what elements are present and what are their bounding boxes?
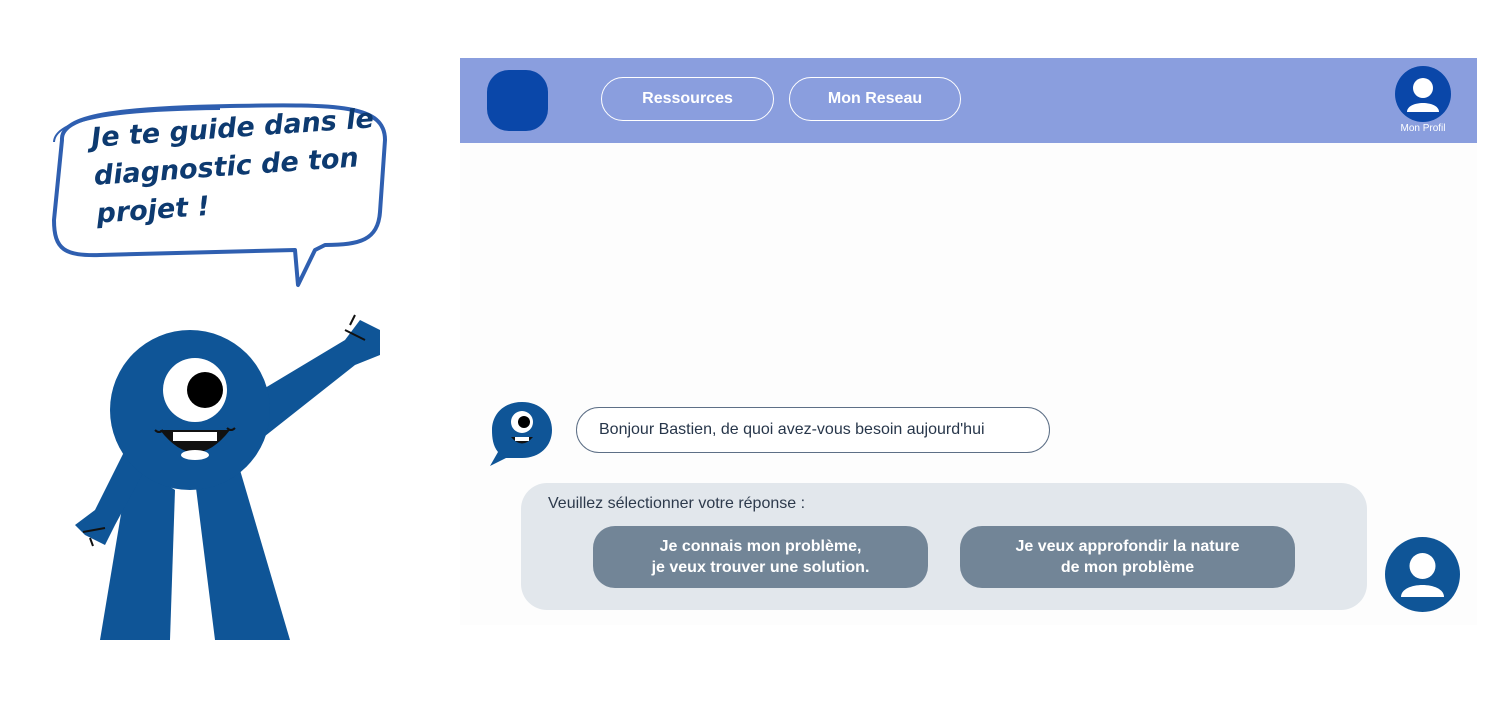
choice-button-approfondir[interactable]: Je veux approfondir la nature de mon pro… — [960, 526, 1295, 588]
waving-mascot-icon — [75, 314, 380, 640]
profile-label: Mon Profil — [1400, 123, 1446, 134]
choice-line: je veux trouver une solution. — [651, 559, 870, 576]
choice-line: Je veux approfondir la nature — [1015, 538, 1240, 555]
top-bar: Ressources Mon Reseau Mon Profil — [460, 58, 1477, 143]
reply-panel: Veuillez sélectionner votre réponse : Je… — [521, 483, 1367, 610]
speech-text: Je te guide dans le diagnostic de ton pr… — [90, 99, 397, 234]
user-avatar-icon — [1385, 537, 1460, 612]
choice-button-solution[interactable]: Je connais mon problème, je veux trouver… — [593, 526, 928, 588]
reply-prompt: Veuillez sélectionner votre réponse : — [548, 495, 806, 512]
profile-button[interactable]: Mon Profil — [1392, 66, 1454, 142]
nav-button-mon-reseau[interactable]: Mon Reseau — [789, 77, 961, 121]
bot-message: Bonjour Bastien, de quoi avez-vous besoi… — [576, 407, 1050, 453]
bot-avatar-icon — [490, 402, 552, 466]
user-icon — [1395, 66, 1451, 122]
choice-line: Je connais mon problème, — [659, 538, 862, 555]
nav-button-ressources[interactable]: Ressources — [601, 77, 774, 121]
chat-app: Ressources Mon Reseau Mon Profil Bonjour… — [460, 58, 1477, 625]
app-logo[interactable] — [487, 70, 548, 131]
choice-line: de mon problème — [1060, 559, 1195, 576]
